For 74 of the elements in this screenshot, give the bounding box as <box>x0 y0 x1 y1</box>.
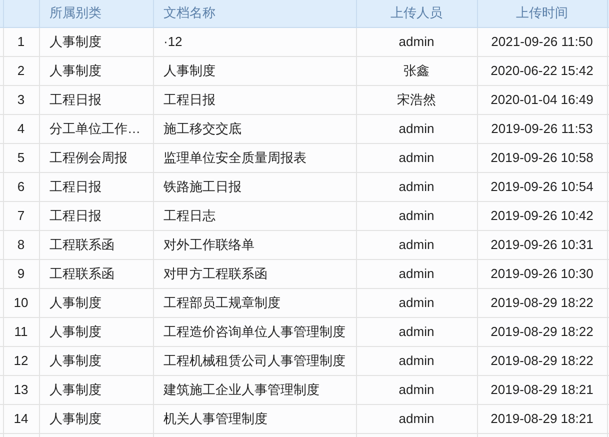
table-cell: ·12 <box>153 27 356 56</box>
table-cell: 工程日报 <box>39 172 153 201</box>
table-cell: 工程造价咨询单位人事管理制度 <box>153 317 356 346</box>
table-cell: 工程日报 <box>153 85 356 114</box>
column-header[interactable]: 文档名称 <box>153 0 356 27</box>
table-cell: 2019-08-29 18:22 <box>477 288 607 317</box>
table-cell: 工程联系函 <box>39 230 153 259</box>
table-cell: 2021-09-26 11:50 <box>477 27 607 56</box>
row-number: 11 <box>3 317 39 346</box>
row-number: 6 <box>3 172 39 201</box>
table-cell: admin <box>356 404 477 433</box>
row-number: 2 <box>3 56 39 85</box>
row-number: 1 <box>3 27 39 56</box>
table-cell: 工程日报 <box>39 201 153 230</box>
table-cell: 2019-09-26 10:54 <box>477 172 607 201</box>
table-cell: admin <box>356 201 477 230</box>
table-cell: admin <box>356 317 477 346</box>
table-cell: 人事制度 <box>153 56 356 85</box>
table-cell: admin <box>356 259 477 288</box>
table-cell: 对甲方工程联系函 <box>153 259 356 288</box>
table-cell: 工程机械租赁公司人事管理制度 <box>153 346 356 375</box>
table-cell: admin <box>356 143 477 172</box>
table-cell: 人事制度 <box>39 317 153 346</box>
row-number: 8 <box>3 230 39 259</box>
row-number: 13 <box>3 375 39 404</box>
table-cell: 人事制度 <box>39 375 153 404</box>
table-cell: 2020-06-22 15:42 <box>477 56 607 85</box>
table-cell: 人事制度 <box>39 346 153 375</box>
table-cell: 工程日报 <box>39 85 153 114</box>
table-cell: 宋浩然 <box>356 85 477 114</box>
table-cell: 监理单位安全质量周报表 <box>153 143 356 172</box>
table-cell: admin <box>356 375 477 404</box>
column-header[interactable]: 上传时间 <box>477 0 607 27</box>
table-cell: 工程日志 <box>153 201 356 230</box>
table-cell: 张鑫 <box>356 56 477 85</box>
table-cell: 2019-09-26 11:53 <box>477 114 607 143</box>
table-cell: 工程例会周报 <box>39 143 153 172</box>
row-number: 9 <box>3 259 39 288</box>
table-cell: 2019-08-29 18:21 <box>477 404 607 433</box>
row-number: 14 <box>3 404 39 433</box>
row-number: 4 <box>3 114 39 143</box>
table-cell: 人事制度 <box>39 404 153 433</box>
row-number: 3 <box>3 85 39 114</box>
table-cell: admin <box>356 27 477 56</box>
table-cell: 2019-09-26 10:30 <box>477 259 607 288</box>
table-cell: admin <box>356 288 477 317</box>
table-cell: 建筑施工企业人事管理制度 <box>153 375 356 404</box>
table-cell: 工程部员工规章制度 <box>153 288 356 317</box>
table-cell: 2019-09-26 10:58 <box>477 143 607 172</box>
row-number: 5 <box>3 143 39 172</box>
table-cell: 工程联系函 <box>39 259 153 288</box>
table-cell: admin <box>356 230 477 259</box>
table-cell: 2019-09-26 10:31 <box>477 230 607 259</box>
table-cell: 机关人事管理制度 <box>153 404 356 433</box>
row-number: 12 <box>3 346 39 375</box>
row-number: 7 <box>3 201 39 230</box>
table-cell: 2019-08-29 18:21 <box>477 375 607 404</box>
table-cell: admin <box>356 346 477 375</box>
table-cell: 分工单位工作… <box>39 114 153 143</box>
table-cell: admin <box>356 114 477 143</box>
table-cell: 铁路施工日报 <box>153 172 356 201</box>
table-cell: 对外工作联络单 <box>153 230 356 259</box>
table-cell: 2019-08-29 18:22 <box>477 346 607 375</box>
row-number: 10 <box>3 288 39 317</box>
table-cell: admin <box>356 172 477 201</box>
table-cell: 人事制度 <box>39 27 153 56</box>
table-cell: 2019-09-26 10:42 <box>477 201 607 230</box>
table-cell: 2019-08-29 18:22 <box>477 317 607 346</box>
table-cell: 人事制度 <box>39 56 153 85</box>
column-header[interactable]: 所属别类 <box>39 0 153 27</box>
table-cell: 2020-01-04 16:49 <box>477 85 607 114</box>
table-cell: 施工移交交底 <box>153 114 356 143</box>
column-header[interactable]: 上传人员 <box>356 0 477 27</box>
table-cell: 人事制度 <box>39 288 153 317</box>
